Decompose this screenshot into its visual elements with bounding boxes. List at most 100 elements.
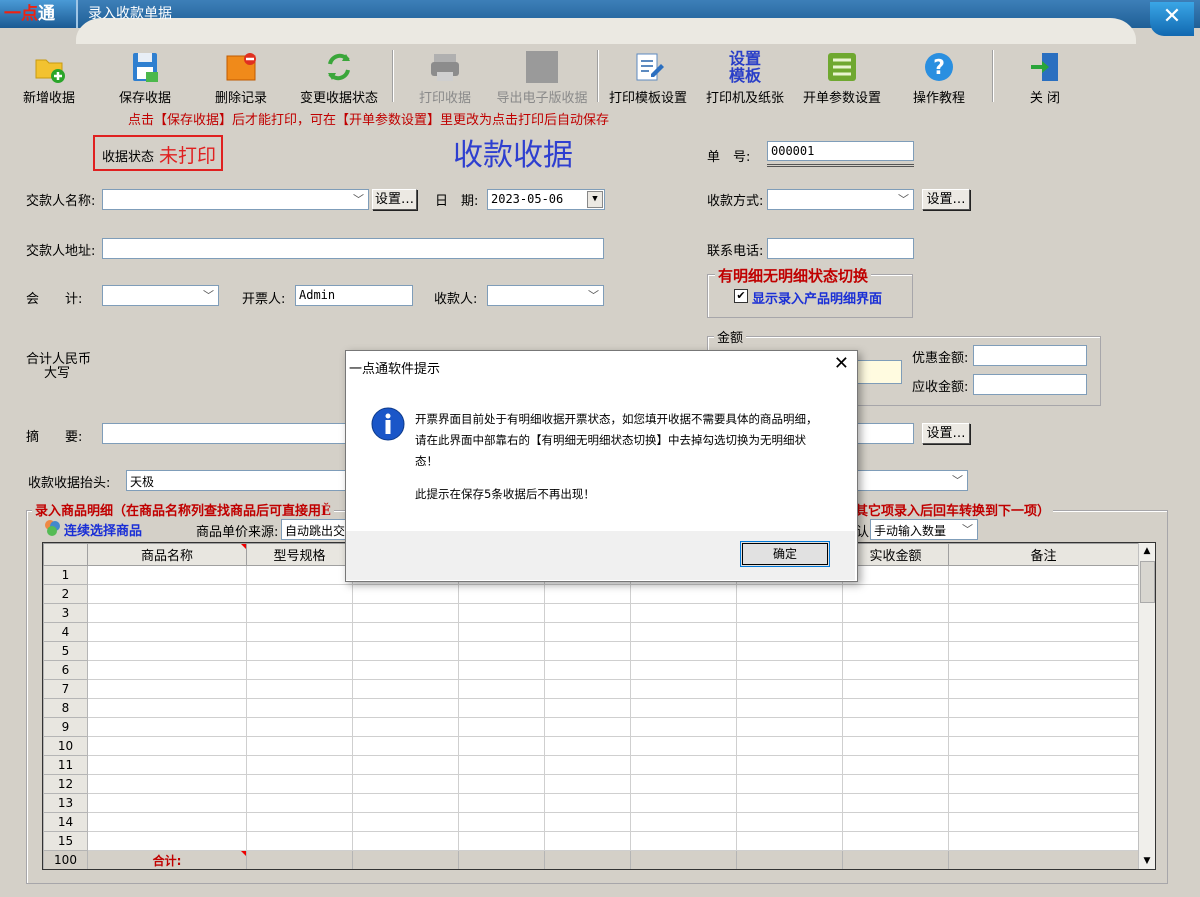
- grid-cell[interactable]: [87, 603, 247, 623]
- grid-cell[interactable]: [352, 584, 459, 604]
- grid-cell[interactable]: [948, 584, 1139, 604]
- grid-header-received-amount[interactable]: 实收金额: [842, 543, 949, 566]
- grid-cell[interactable]: [458, 717, 545, 737]
- grid-cell[interactable]: [948, 603, 1139, 623]
- grid-cell[interactable]: [544, 603, 631, 623]
- detail-checkbox[interactable]: ✔: [734, 289, 748, 303]
- table-row[interactable]: 12: [43, 774, 1139, 794]
- grid-cell[interactable]: [544, 641, 631, 661]
- grid-cell[interactable]: [544, 698, 631, 718]
- scroll-up-icon[interactable]: ▲: [1139, 543, 1155, 559]
- grid-cell[interactable]: [458, 660, 545, 680]
- grid-cell[interactable]: [842, 774, 949, 794]
- grid-cell[interactable]: [948, 793, 1139, 813]
- dialog-close-button[interactable]: ✕: [834, 353, 849, 374]
- grid-cell[interactable]: [352, 641, 459, 661]
- table-row[interactable]: 11: [43, 755, 1139, 775]
- grid-cell[interactable]: [458, 698, 545, 718]
- grid-header-model[interactable]: 型号规格: [246, 543, 353, 566]
- grid-cell[interactable]: [458, 774, 545, 794]
- grid-cell[interactable]: [630, 793, 737, 813]
- grid-cell[interactable]: [458, 831, 545, 851]
- grid-cell[interactable]: [246, 641, 353, 661]
- grid-cell[interactable]: [630, 660, 737, 680]
- change-status-button[interactable]: 变更收据状态: [298, 50, 380, 106]
- grid-cell[interactable]: [736, 641, 843, 661]
- close-button[interactable]: 关 闭: [1014, 50, 1076, 106]
- grid-cell[interactable]: [87, 736, 247, 756]
- grid-cell[interactable]: [544, 736, 631, 756]
- scroll-thumb[interactable]: [1140, 561, 1155, 603]
- grid-cell[interactable]: [352, 679, 459, 699]
- grid-scrollbar[interactable]: ▲ ▼: [1138, 543, 1155, 869]
- grid-cell[interactable]: [736, 660, 843, 680]
- grid-cell[interactable]: [87, 698, 247, 718]
- amount-total-field[interactable]: [856, 360, 902, 384]
- grid-cell[interactable]: [842, 641, 949, 661]
- number-field[interactable]: 000001: [767, 141, 914, 161]
- ok-button[interactable]: 确定: [740, 541, 830, 567]
- receiver-select[interactable]: ﹀: [487, 285, 604, 306]
- grid-cell[interactable]: [736, 698, 843, 718]
- grid-cell[interactable]: [87, 717, 247, 737]
- table-row[interactable]: 3: [43, 603, 1139, 623]
- grid-cell[interactable]: [352, 831, 459, 851]
- grid-cell[interactable]: [948, 641, 1139, 661]
- grid-cell[interactable]: [544, 793, 631, 813]
- grid-cell[interactable]: [352, 755, 459, 775]
- grid-cell[interactable]: [246, 717, 353, 737]
- export-pdf-button[interactable]: 导出电子版收据: [494, 50, 590, 106]
- grid-cell[interactable]: [246, 831, 353, 851]
- grid-cell[interactable]: [842, 565, 949, 585]
- grid-cell[interactable]: [246, 736, 353, 756]
- grid-header-remarks[interactable]: 备注: [948, 543, 1139, 566]
- grid-cell[interactable]: [948, 565, 1139, 585]
- grid-cell[interactable]: [630, 717, 737, 737]
- table-row[interactable]: 7: [43, 679, 1139, 699]
- grid-cell[interactable]: [630, 584, 737, 604]
- dropdown-arrow-icon[interactable]: ▼: [587, 191, 603, 208]
- table-row[interactable]: 4: [43, 622, 1139, 642]
- grid-cell[interactable]: [87, 774, 247, 794]
- grid-cell[interactable]: [458, 641, 545, 661]
- grid-cell[interactable]: [948, 660, 1139, 680]
- payer-settings-button[interactable]: 设置…: [372, 189, 417, 210]
- grid-cell[interactable]: [630, 812, 737, 832]
- accountant-select[interactable]: ﹀: [102, 285, 219, 306]
- grid-cell[interactable]: [352, 603, 459, 623]
- grid-cell[interactable]: [352, 622, 459, 642]
- grid-cell[interactable]: [630, 736, 737, 756]
- grid-cell[interactable]: [842, 736, 949, 756]
- grid-cell[interactable]: [842, 793, 949, 813]
- grid-cell[interactable]: [87, 793, 247, 813]
- grid-cell[interactable]: [948, 622, 1139, 642]
- grid-cell[interactable]: [246, 622, 353, 642]
- address-field[interactable]: [102, 238, 604, 259]
- grid-cell[interactable]: [736, 831, 843, 851]
- grid-cell[interactable]: [544, 774, 631, 794]
- grid-cell[interactable]: [87, 584, 247, 604]
- grid-cell[interactable]: [246, 565, 353, 585]
- printer-paper-button[interactable]: 设置 模板 打印机及纸张: [702, 50, 788, 106]
- table-row[interactable]: 8: [43, 698, 1139, 718]
- grid-cell[interactable]: [544, 622, 631, 642]
- grid-cell[interactable]: [87, 812, 247, 832]
- grid-cell[interactable]: [246, 584, 353, 604]
- grid-cell[interactable]: [544, 831, 631, 851]
- grid-cell[interactable]: [842, 717, 949, 737]
- grid-cell[interactable]: [630, 679, 737, 699]
- grid-cell[interactable]: [246, 812, 353, 832]
- grid-cell[interactable]: [544, 717, 631, 737]
- order-params-button[interactable]: 开单参数设置: [800, 50, 884, 106]
- grid-cell[interactable]: [87, 565, 247, 585]
- grid-cell[interactable]: [87, 679, 247, 699]
- grid-cell[interactable]: [948, 774, 1139, 794]
- grid-cell[interactable]: [352, 774, 459, 794]
- grid-cell[interactable]: [458, 793, 545, 813]
- discount-field[interactable]: [973, 345, 1087, 366]
- summary-settings-button[interactable]: 设置…: [922, 423, 970, 444]
- qty-mode-select[interactable]: 手动输入数量 ﹀: [870, 519, 978, 540]
- grid-cell[interactable]: [842, 698, 949, 718]
- grid-cell[interactable]: [842, 660, 949, 680]
- grid-cell[interactable]: [352, 717, 459, 737]
